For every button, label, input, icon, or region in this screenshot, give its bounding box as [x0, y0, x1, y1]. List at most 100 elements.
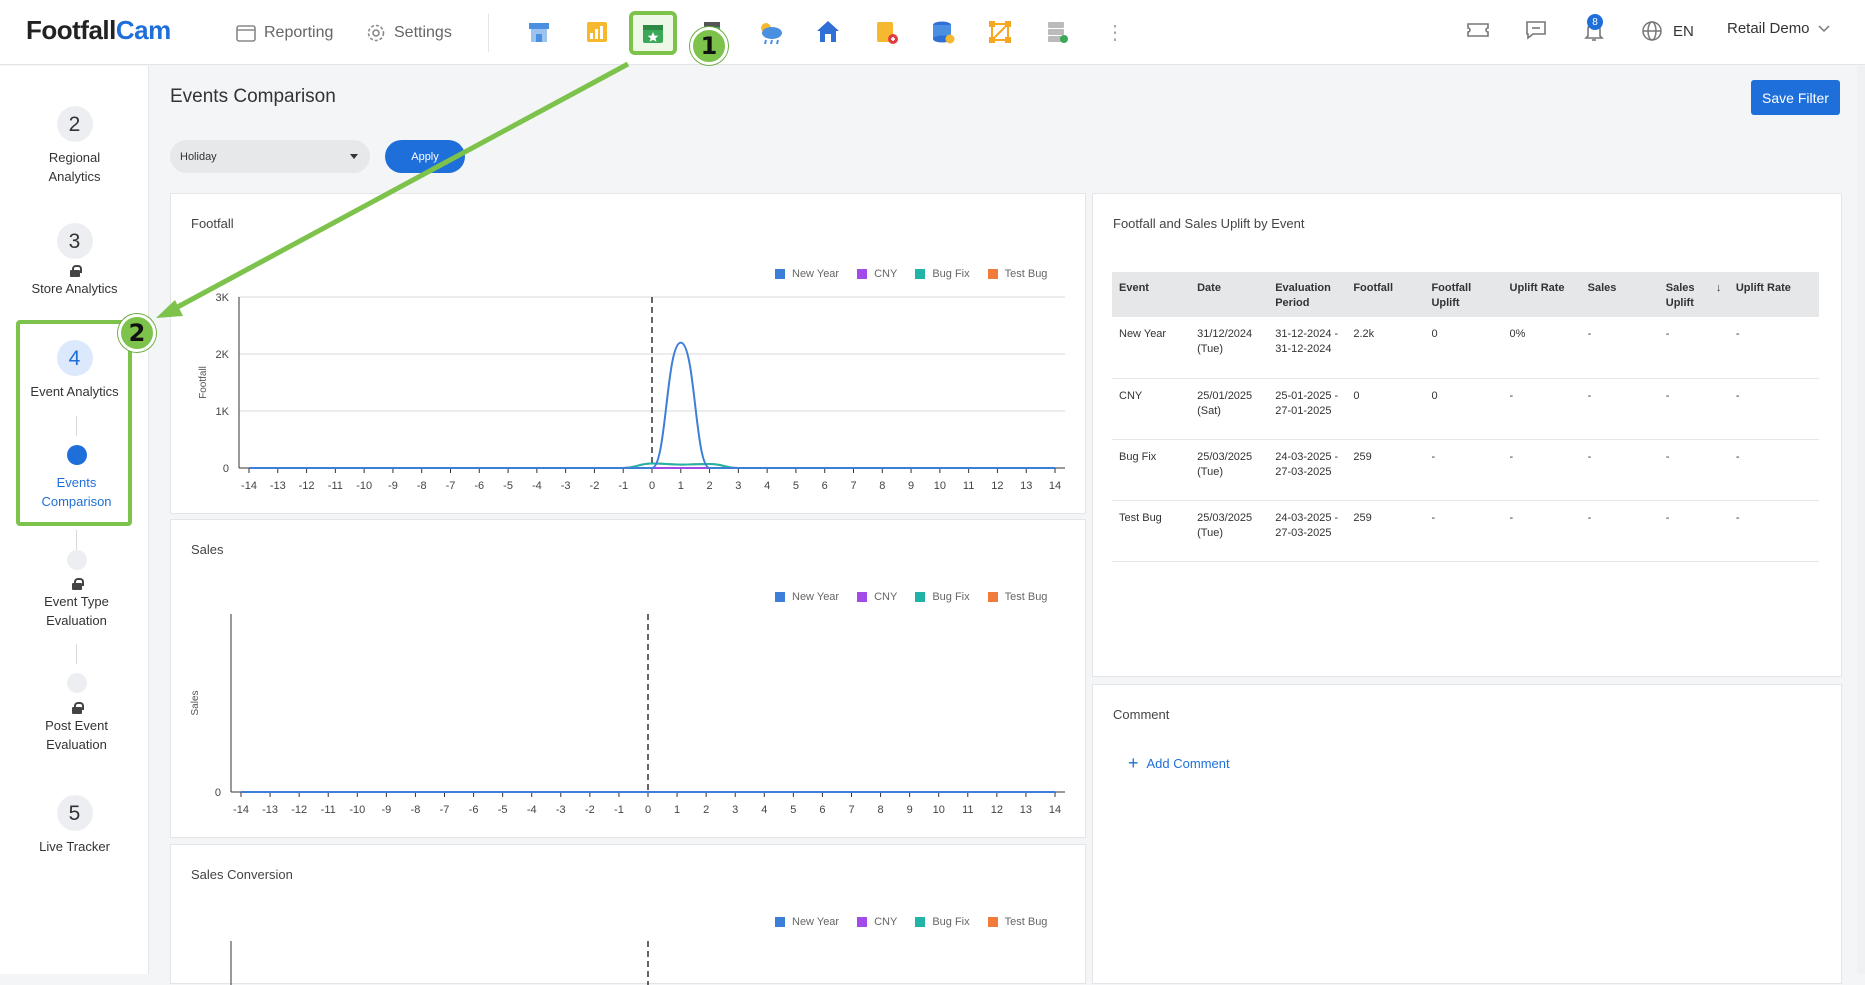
add-comment-button[interactable]: + Add Comment [1128, 753, 1230, 774]
column-header[interactable]: Sales [1580, 272, 1659, 317]
settings-label: Settings [394, 24, 452, 41]
top-bar: FootfallCam Reporting Settings ⋮ 8 EN Re… [0, 0, 1865, 65]
x-tick-label: 14 [1049, 480, 1061, 492]
sales-chart: 0Sales-14 -13 -12 -11 -10 -9 -8 -7 -6 -5 -4 -3 -2 -1 0… [190, 614, 1065, 816]
table-cell: - [1424, 500, 1503, 562]
weather-icon[interactable] [753, 15, 787, 49]
table-cell: 259 [1346, 500, 1425, 562]
store-icon[interactable] [522, 15, 556, 49]
table-row[interactable]: New Year 31/12/2024 (Tue) 31-12-2024 - 31-… [1112, 317, 1819, 379]
x-tick-label: 14 [1049, 804, 1061, 816]
comment-card: Comment [1092, 684, 1842, 984]
column-header[interactable]: Uplift Rate [1728, 272, 1819, 317]
settings-nav[interactable]: Settings [366, 22, 452, 44]
server-icon[interactable] [1040, 15, 1074, 49]
divider [488, 14, 489, 52]
tag-icon[interactable] [869, 15, 903, 49]
more-icon[interactable]: ⋮ [1098, 15, 1132, 49]
chart-icon[interactable] [580, 15, 614, 49]
table-cell: 259 [1346, 439, 1425, 501]
x-tick-label: -11 [321, 804, 336, 816]
home-icon[interactable] [811, 15, 845, 49]
table-cell: 31/12/2024 (Tue) [1190, 317, 1269, 379]
column-header[interactable]: Footfall [1346, 272, 1425, 317]
x-tick-label: -7 [440, 804, 450, 816]
column-header[interactable]: Uplift Rate [1502, 272, 1581, 317]
table-cell: 31-12-2024 - 31-12-2024 [1268, 317, 1347, 379]
sidebar-item-event-type-evaluation[interactable]: Event Type Evaluation [2, 578, 151, 630]
table-cell: 2.2k [1346, 317, 1425, 379]
highlight-box-events-comparison [16, 320, 132, 526]
table-cell: - [1502, 439, 1581, 501]
column-header[interactable]: Sales Uplift [1658, 272, 1709, 317]
column-header[interactable]: Event [1112, 272, 1191, 317]
table-cell: - [1658, 317, 1709, 379]
reporting-icon [236, 25, 256, 42]
lock-icon [71, 578, 84, 590]
x-tick-label: -1 [618, 480, 628, 492]
plus-icon: + [1128, 753, 1139, 773]
x-tick-label: 12 [991, 804, 1003, 816]
event-type-select[interactable]: Holiday [170, 140, 370, 173]
x-tick-label: -4 [527, 804, 537, 816]
account-menu[interactable]: Retail Demo [1727, 20, 1830, 37]
table-cell: - [1580, 439, 1659, 501]
step-connector [76, 530, 77, 550]
ticket-icon[interactable] [1466, 20, 1490, 40]
table-cell: - [1580, 317, 1659, 379]
step-label: Post Event Evaluation [45, 718, 108, 752]
x-tick-label: -9 [381, 804, 391, 816]
column-header[interactable]: Date [1190, 272, 1269, 317]
table-cell: 24-03-2025 - 27-03-2025 [1268, 500, 1347, 562]
table-cell [1708, 500, 1729, 562]
table-row[interactable]: CNY 25/01/2025 (Sat) 25-01-2025 - 27-01-20… [1112, 378, 1819, 440]
language-selector[interactable]: EN [1641, 20, 1694, 42]
x-tick-label: 8 [878, 804, 884, 816]
reporting-nav[interactable]: Reporting [236, 22, 333, 44]
table-row[interactable]: Bug Fix 25/03/2025 (Tue) 24-03-2025 - 27-0… [1112, 439, 1819, 501]
sidebar-step-store-analytics[interactable]: 3 Store Analytics [0, 223, 149, 298]
lock-icon [69, 265, 82, 277]
y-axis-label: Footfall [198, 366, 209, 399]
sidebar-step-regional-analytics[interactable]: 2 Regional Analytics [0, 106, 149, 186]
reporting-label: Reporting [264, 24, 334, 41]
table-title: Footfall and Sales Uplift by Event [1113, 216, 1305, 231]
database-icon[interactable] [926, 15, 960, 49]
language-label: EN [1673, 22, 1694, 40]
x-tick-label: 9 [908, 480, 914, 492]
x-tick-label: 13 [1020, 804, 1032, 816]
table-row[interactable]: Test Bug 25/03/2025 (Tue) 24-03-2025 - 27-… [1112, 500, 1819, 562]
sidebar-item-post-event-evaluation[interactable]: Post Event Evaluation [2, 702, 151, 754]
column-header[interactable]: Evaluation Period [1268, 272, 1347, 317]
x-tick-label: -8 [411, 804, 421, 816]
table-cell: 25-01-2025 - 27-01-2025 [1268, 378, 1347, 440]
x-tick-label: -1 [614, 804, 624, 816]
x-tick-label: 3 [732, 804, 738, 816]
x-tick-label: 11 [963, 480, 974, 492]
save-filter-button[interactable]: Save Filter [1751, 80, 1840, 115]
column-header[interactable]: Footfall Uplift [1424, 272, 1503, 317]
table-cell: - [1658, 378, 1709, 440]
table-cell: - [1728, 378, 1819, 440]
table-cell: - [1502, 500, 1581, 562]
scrollbar[interactable] [1857, 66, 1865, 974]
apply-button[interactable]: Apply [385, 140, 465, 173]
sidebar-step-live-tracker[interactable]: 5 Live Tracker [0, 795, 149, 856]
x-tick-label: -13 [262, 804, 278, 816]
sales-conversion-chart-card: Sales Conversion New Year CNY Bug Fix Te… [170, 844, 1086, 985]
x-tick-label: -11 [328, 480, 343, 492]
gear-icon [367, 24, 385, 42]
footfallcam-logo[interactable]: FootfallCam [26, 15, 171, 46]
nodes-icon[interactable] [983, 15, 1017, 49]
x-tick-label: -12 [291, 804, 307, 816]
x-tick-label: -9 [388, 480, 398, 492]
calendar-event-icon[interactable] [629, 11, 677, 55]
table-cell: 0 [1424, 317, 1503, 379]
add-comment-label: Add Comment [1146, 756, 1230, 771]
chat-icon[interactable] [1525, 20, 1547, 40]
x-tick-label: 11 [962, 804, 973, 816]
x-tick-label: -14 [241, 480, 257, 492]
uplift-table: Event Date Evaluation Period Footfall Fo… [1112, 272, 1819, 562]
sort-arrow-icon[interactable]: ↓ [1708, 272, 1729, 317]
x-tick-label: -6 [474, 480, 484, 492]
